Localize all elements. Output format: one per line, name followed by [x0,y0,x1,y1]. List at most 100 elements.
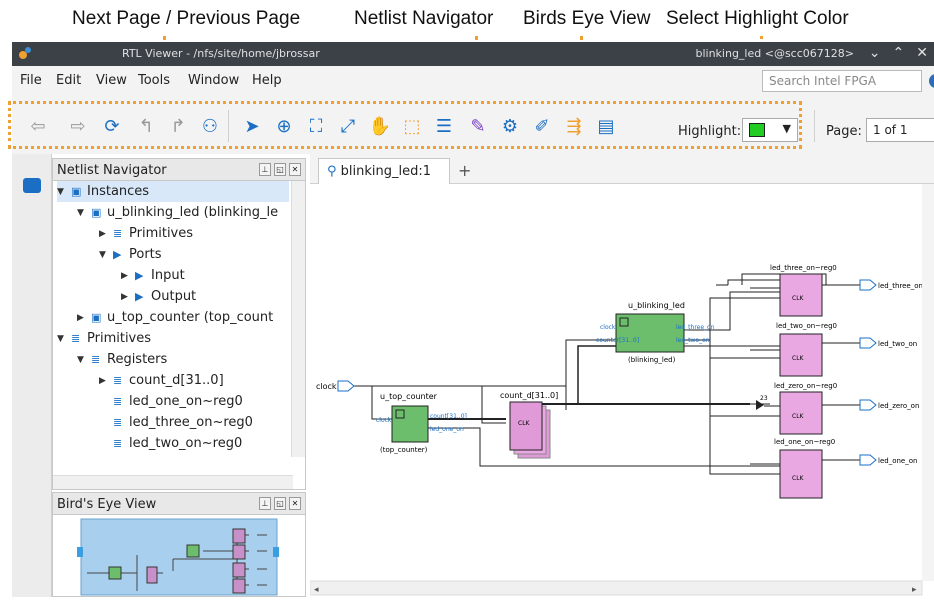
register-icon: ≣ [91,353,101,366]
netlist-tree: ▼ ▣ Instances ▼ ▣ u_blinking_led (blinking_l… [53,181,305,457]
menu-tools[interactable]: Tools [138,73,170,88]
pin-label: led_two_on [676,337,710,344]
port-label: led_two_on [878,340,917,348]
reg-two-label: led_two_on~reg0 [776,322,837,330]
clk-label: CLK [792,355,805,362]
primitive-icon: ≣ [113,227,123,240]
title-bar: RTL Viewer - /nfs/site/home/jbrossar bli… [12,42,934,66]
tab-blinking-led[interactable]: ⚲ blinking_led:1 [318,158,450,184]
menu-bar: File Edit View Tools Window Help Search … [12,66,934,96]
highlight-color-select[interactable]: ▼ [742,118,798,142]
register-icon: ≣ [113,395,123,408]
scroll-left-icon[interactable]: ◂ [314,585,319,595]
window-project-title: blinking_led <@scc067128> [695,47,854,60]
pin-label: counter[31..0] [596,337,639,344]
left-tool-strip [12,154,52,597]
port-led-one-on[interactable] [859,454,877,466]
menu-view[interactable]: View [96,73,127,88]
app-logo-icon [19,47,31,59]
callout-birds-eye-view: Birds Eye View [523,8,651,29]
top-counter-label: u_top_counter [380,392,438,401]
primitive-icon: ≣ [71,332,81,345]
clk-label: CLK [792,295,805,302]
tree-item-count-d[interactable]: ▶ ≣ count_d[31..0] [99,370,224,391]
blinking-led-label: u_blinking_led [628,301,685,310]
menu-file[interactable]: File [20,73,42,88]
port-icon: ▶ [113,248,122,261]
port-led-zero-on[interactable] [859,399,877,411]
chat-icon[interactable] [23,178,41,193]
pin-label: led_one_on [430,426,464,433]
close-icon[interactable]: ✕ [916,45,928,61]
tree-item-output[interactable]: ▶ ▶ Output [121,286,196,307]
instance-u-blinking-led[interactable] [615,313,685,353]
highlight-color-swatch [749,123,765,137]
reg-zero-label: led_zero_on~reg0 [774,382,837,390]
canvas-vertical-scrollbar[interactable] [922,184,934,581]
birds-eye-view-panel: Bird's Eye View ⊥ ◱ ✕ [52,492,306,597]
close-icon[interactable]: ✕ [289,163,301,176]
menu-help[interactable]: Help [252,73,282,88]
tree-item-ports[interactable]: ▼ ▶ Ports [99,244,162,265]
pin-label: count[31..0] [430,413,467,420]
register-led-one-on[interactable] [779,449,823,499]
instance-icon: ▣ [91,206,102,219]
tree-item-u-top-counter[interactable]: ▶ ▣ u_top_counter (top_count [77,307,273,328]
port-label: led_one_on [878,457,917,465]
callout-next-previous-page: Next Page / Previous Page [72,8,301,29]
tree-item-registers[interactable]: ▼ ≣ Registers [77,349,167,370]
highlight-label: Highlight: [678,124,742,139]
schematic-icon: ⚲ [327,164,337,179]
tree-item-u-blinking-led[interactable]: ▼ ▣ u_blinking_led (blinking_le [77,202,278,223]
port-led-three-on[interactable] [859,279,877,291]
chevron-down-icon[interactable]: ⌄ [869,45,881,61]
canvas-horizontal-scrollbar[interactable] [309,580,923,596]
tree-item-led-three-on-reg[interactable]: ≣ led_three_on~reg0 [113,412,253,433]
tree-item-primitives-root[interactable]: ▼ ≣ Primitives [57,328,151,349]
port-label: led_three_on [878,282,923,290]
tree-item-input[interactable]: ▶ ▶ Input [121,265,185,286]
tree-item-led-two-on-reg[interactable]: ≣ led_two_on~reg0 [113,433,242,454]
float-icon[interactable]: ◱ [274,497,286,510]
callout-netlist-navigator: Netlist Navigator [354,8,494,29]
menu-edit[interactable]: Edit [56,73,81,88]
tree-vertical-scrollbar[interactable] [291,181,305,457]
birds-eye-minimap[interactable] [53,515,305,597]
pin-icon[interactable]: ⊥ [259,163,271,176]
menu-window[interactable]: Window [188,73,239,88]
clk-label: CLK [792,475,805,482]
panel-title: Netlist Navigator [57,163,167,178]
clk-label: CLK [792,413,805,420]
pin-label: clock [376,417,392,424]
tree-item-instances[interactable]: ▼ ▣ Instances [57,181,289,202]
instance-type-label: (top_counter) [380,446,428,454]
netlist-navigator-panel: Netlist Navigator ⊥ ◱ ✕ ▼ ▣ Instances ▼ ▣ u_… [52,158,306,490]
instance-icon: ▣ [71,185,82,198]
port-clock[interactable] [337,380,355,392]
pin-label: led_three_on [676,324,715,331]
search-input[interactable]: Search Intel FPGA [762,70,922,92]
tree-item-led-one-on-reg[interactable]: ≣ led_one_on~reg0 [113,391,243,412]
count-d-label: count_d[31..0] [500,391,558,400]
add-tab-button[interactable]: + [458,161,471,180]
port-led-two-on[interactable] [859,337,877,349]
instance-u-top-counter[interactable] [391,405,429,443]
tree-item-primitives[interactable]: ▶ ≣ Primitives [99,223,193,244]
chevron-up-icon[interactable]: ⌃ [893,45,905,61]
register-icon: ≣ [113,374,123,387]
clk-label: CLK [518,420,531,427]
schematic-canvas[interactable]: clock u_top_counter clock count[31..0] l… [309,184,934,597]
chevron-down-icon: ▼ [782,122,791,135]
float-icon[interactable]: ◱ [274,163,286,176]
scroll-right-icon[interactable]: ▸ [912,585,917,595]
pin-label: clock [600,324,616,331]
tree-horizontal-scrollbar[interactable] [53,475,293,489]
pin-icon[interactable]: ⊥ [259,497,271,510]
close-icon[interactable]: ✕ [289,497,301,510]
panel-title: Bird's Eye View [57,497,157,512]
window-title: RTL Viewer - /nfs/site/home/jbrossar [122,47,320,60]
page-select[interactable]: 1 of 1 [866,118,934,142]
reg-three-label: led_three_on~reg0 [770,264,837,272]
bus-index-label: 23 [760,395,768,402]
globe-icon[interactable] [929,74,934,88]
